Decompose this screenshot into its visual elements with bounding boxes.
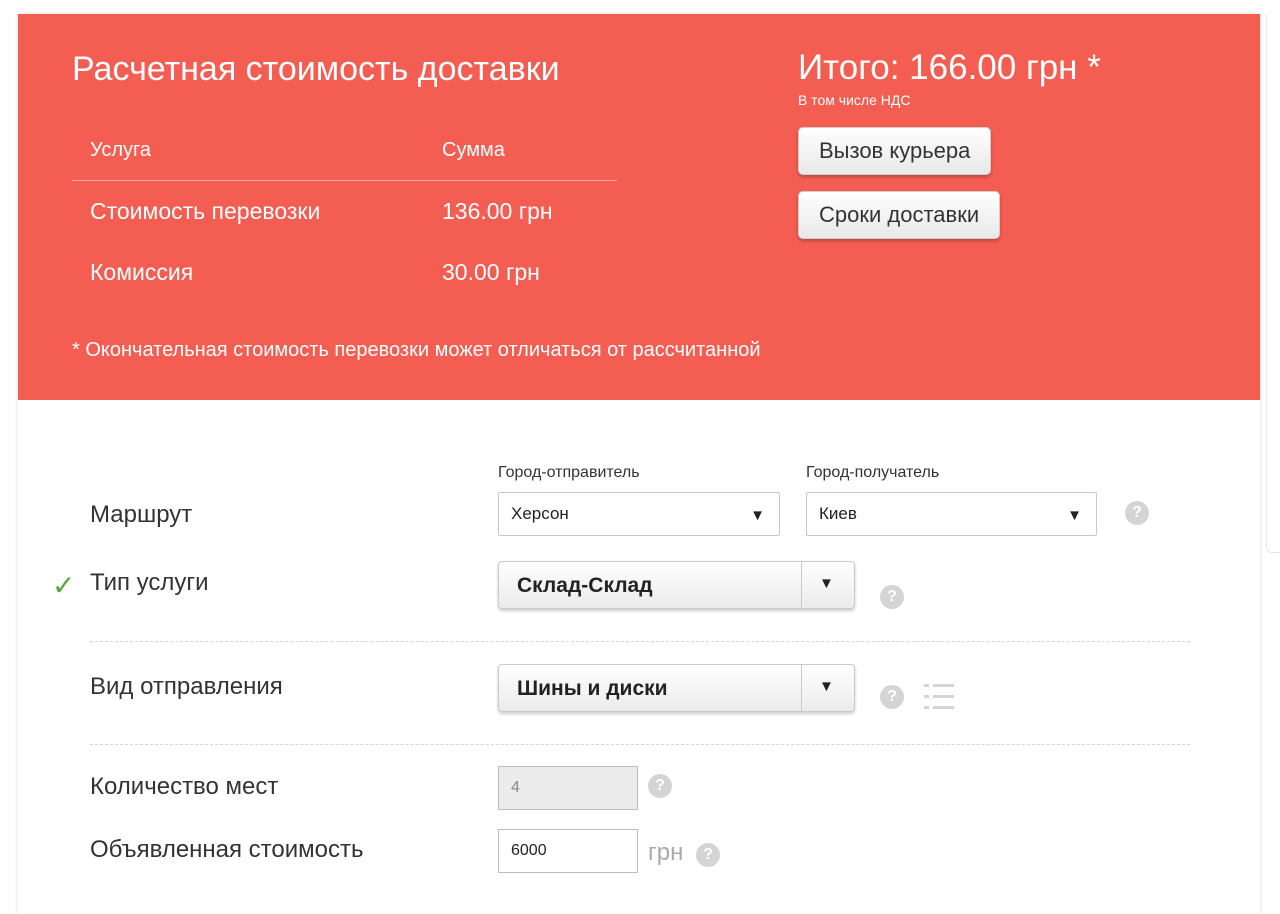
- to-city-select[interactable]: Киев ▼: [806, 492, 1097, 536]
- question-circle-icon[interactable]: ?: [1125, 501, 1149, 525]
- delivery-terms-button[interactable]: Сроки доставки: [798, 191, 1001, 239]
- shipment-type-value: Шины и диски: [517, 677, 668, 700]
- column-header-service: Услуга: [90, 139, 152, 161]
- triangle-down-icon: ▼: [1067, 507, 1082, 524]
- triangle-down-icon: ▼: [819, 678, 834, 695]
- select-separator: [801, 562, 802, 608]
- call-courier-button[interactable]: Вызов курьера: [798, 127, 992, 175]
- list-icon[interactable]: [924, 683, 954, 711]
- column-header-amount: Сумма: [442, 139, 505, 161]
- question-circle-icon[interactable]: ?: [648, 774, 672, 798]
- section-divider: [90, 744, 1190, 745]
- row-service-commission: Комиссия: [90, 259, 194, 285]
- places-input[interactable]: [498, 766, 638, 810]
- total-cost: Итого: 166.00 грн *: [798, 48, 1101, 87]
- row-service-shipping: Стоимость перевозки: [90, 198, 321, 224]
- disclaimer-note: * Окончательная стоимость перевозки може…: [72, 339, 761, 361]
- table-divider: [72, 180, 617, 181]
- section-divider: [90, 641, 1190, 642]
- checkmark-icon: ✓: [52, 570, 76, 601]
- shipment-type-label: Вид отправления: [90, 673, 283, 700]
- triangle-down-icon: ▼: [750, 507, 765, 524]
- from-city-label: Город-отправитель: [498, 464, 640, 481]
- row-amount-shipping: 136.00 грн: [442, 198, 553, 224]
- side-panel-edge: [1266, 14, 1280, 553]
- row-amount-commission: 30.00 грн: [442, 259, 540, 285]
- from-city-select[interactable]: Херсон ▼: [498, 492, 780, 536]
- from-city-value: Херсон: [511, 504, 569, 523]
- service-type-value: Склад-Склад: [517, 574, 653, 597]
- vat-note: В том числе НДС: [798, 92, 911, 108]
- shipment-type-select[interactable]: Шины и диски ▼: [498, 664, 855, 712]
- currency-unit: грн: [648, 839, 684, 866]
- question-circle-icon[interactable]: ?: [880, 585, 904, 609]
- delivery-calculator-card: Расчетная стоимость доставки Услуга Сумм…: [18, 14, 1260, 914]
- cost-summary-banner: Расчетная стоимость доставки Услуга Сумм…: [18, 14, 1260, 400]
- declared-value-label: Объявленная стоимость: [90, 836, 364, 863]
- service-type-label: Тип услуги: [90, 569, 209, 596]
- question-circle-icon[interactable]: ?: [696, 843, 720, 867]
- question-circle-icon[interactable]: ?: [880, 685, 904, 709]
- service-type-select[interactable]: Склад-Склад ▼: [498, 561, 855, 609]
- banner-title: Расчетная стоимость доставки: [72, 50, 560, 88]
- places-label: Количество мест: [90, 773, 279, 800]
- select-separator: [801, 665, 802, 711]
- to-city-value: Киев: [819, 504, 857, 523]
- declared-value-input[interactable]: [498, 829, 638, 873]
- triangle-down-icon: ▼: [819, 575, 834, 592]
- to-city-label: Город-получатель: [806, 464, 940, 481]
- route-label: Маршрут: [90, 501, 193, 528]
